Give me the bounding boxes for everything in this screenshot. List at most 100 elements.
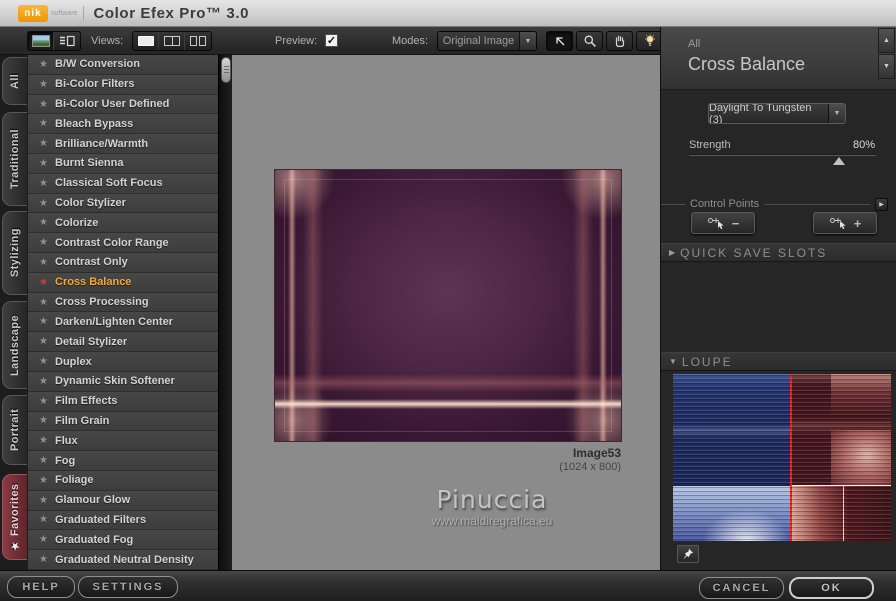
filter-label: Graduated Filters — [55, 513, 147, 526]
pushpin-icon — [683, 548, 694, 560]
favorite-star-icon[interactable]: ★ — [39, 554, 55, 565]
cancel-button[interactable]: CANCEL — [699, 577, 784, 599]
help-button[interactable]: HELP — [7, 576, 75, 598]
watermark-title: Pinuccia — [436, 485, 548, 514]
filter-list-item[interactable]: ★ Foliage — [28, 470, 218, 491]
favorite-star-icon[interactable]: ★ — [39, 316, 55, 327]
favorite-star-icon[interactable]: ★ — [39, 257, 55, 268]
filter-list-item[interactable]: ★ Graduated Filters — [28, 510, 218, 531]
favorite-star-icon[interactable]: ★ — [39, 217, 55, 228]
category-tab[interactable]: ★ All — [2, 57, 27, 105]
favorite-star-icon[interactable]: ★ — [39, 396, 55, 407]
filter-list-item[interactable]: ★ Classical Soft Focus — [28, 173, 218, 194]
chevron-down-icon[interactable]: ▼ — [519, 32, 536, 50]
category-tab[interactable]: ★ Portrait — [2, 395, 27, 465]
favorite-star-icon[interactable]: ★ — [39, 356, 55, 367]
preview-image[interactable] — [275, 170, 621, 441]
panel-scroll-up-button[interactable]: ▲ — [878, 28, 895, 53]
favorite-star-icon[interactable]: ★ — [39, 376, 55, 387]
filter-list-item[interactable]: ★ Graduated Neutral Density — [28, 550, 218, 570]
filter-list-item[interactable]: ★ Flux — [28, 431, 218, 452]
strength-label: Strength — [689, 139, 731, 151]
favorite-star-icon[interactable]: ★ — [39, 514, 55, 525]
filter-list-item[interactable]: ★ Detail Stylizer — [28, 332, 218, 353]
favorite-star-icon[interactable]: ★ — [39, 495, 55, 506]
loupe-header[interactable]: ▼ LOUPE — [661, 352, 896, 371]
filter-list-item[interactable]: ★ Fog — [28, 451, 218, 471]
loupe-pin-button[interactable] — [677, 545, 699, 563]
filter-list-item[interactable]: ★ Burnt Sienna — [28, 154, 218, 174]
add-control-point-button[interactable]: + — [813, 212, 877, 234]
filter-list-item[interactable]: ★ Duplex — [28, 352, 218, 372]
chevron-down-icon[interactable]: ▼ — [828, 104, 845, 123]
category-tab[interactable]: ★ Stylizing — [2, 211, 27, 295]
filter-list-item[interactable]: ★ Cross Balance — [28, 272, 218, 293]
modes-dropdown[interactable]: Original Image ▼ — [437, 31, 537, 51]
titlebar-divider — [83, 5, 85, 21]
select-arrow-tool-button[interactable] — [546, 31, 573, 51]
filter-label: Contrast Color Range — [55, 236, 169, 249]
favorite-star-icon[interactable]: ★ — [39, 178, 55, 189]
image-browser-button[interactable] — [28, 32, 54, 50]
favorite-star-icon[interactable]: ★ — [39, 297, 55, 308]
category-tab[interactable]: ★ Landscape — [2, 301, 27, 389]
filter-list-item[interactable]: ★ Graduated Fog — [28, 530, 218, 551]
favorite-star-icon[interactable]: ★ — [39, 534, 55, 545]
pan-tool-button[interactable] — [606, 31, 633, 51]
preset-dropdown[interactable]: Daylight To Tungsten (3) ▼ — [708, 103, 846, 124]
loupe-preview[interactable] — [673, 374, 891, 541]
single-view-button[interactable] — [133, 32, 159, 50]
filter-list-item[interactable]: ★ Bleach Bypass — [28, 114, 218, 135]
filter-label: Contrast Only — [55, 256, 128, 269]
strength-slider[interactable] — [689, 155, 876, 167]
filter-list-item[interactable]: ★ Brilliance/Warmth — [28, 134, 218, 155]
strength-slider-marker[interactable] — [832, 157, 845, 165]
favorite-star-icon[interactable]: ★ — [39, 336, 55, 347]
favorite-star-icon[interactable]: ★ — [39, 455, 55, 466]
favorite-star-icon[interactable]: ★ — [39, 59, 55, 70]
preview-checkbox[interactable]: ✓ — [325, 34, 338, 47]
category-tab[interactable]: ★ Traditional — [2, 112, 27, 206]
filter-list-item[interactable]: ★ Color Stylizer — [28, 193, 218, 214]
favorite-star-icon[interactable]: ★ — [39, 158, 55, 169]
favorite-star-icon[interactable]: ★ — [39, 118, 55, 129]
favorite-star-icon[interactable]: ★ — [39, 277, 55, 288]
quick-save-slots-header[interactable]: ▶ QUICK SAVE SLOTS — [661, 243, 896, 262]
panel-scroll-down-button[interactable]: ▼ — [878, 54, 895, 79]
filter-list-item[interactable]: ★ B/W Conversion — [28, 55, 218, 75]
ok-button[interactable]: OK — [789, 577, 874, 599]
filter-list-item[interactable]: ★ Cross Processing — [28, 292, 218, 313]
filter-list-item[interactable]: ★ Dynamic Skin Softener — [28, 371, 218, 392]
control-point-cursor-icon — [707, 217, 724, 229]
scrollbar-thumb[interactable] — [221, 57, 231, 83]
category-tab[interactable]: ★ Favorites — [2, 474, 27, 560]
category-tab-label: Favorites — [9, 483, 21, 536]
zoom-tool-button[interactable] — [576, 31, 603, 51]
side-by-side-view-button[interactable] — [185, 32, 211, 50]
settings-button[interactable]: SETTINGS — [78, 576, 178, 598]
split-view-button[interactable] — [159, 32, 185, 50]
favorite-star-icon[interactable]: ★ — [39, 99, 55, 110]
favorite-star-icon[interactable]: ★ — [39, 198, 55, 209]
favorite-star-icon[interactable]: ★ — [39, 415, 55, 426]
filter-list-item[interactable]: ★ Contrast Only — [28, 253, 218, 273]
favorite-star-icon[interactable]: ★ — [39, 475, 55, 486]
favorite-star-icon[interactable]: ★ — [39, 138, 55, 149]
filter-list-item[interactable]: ★ Darken/Lighten Center — [28, 312, 218, 333]
filter-list-item[interactable]: ★ Film Effects — [28, 391, 218, 412]
filter-list-item[interactable]: ★ Bi-Color Filters — [28, 74, 218, 95]
lightbulb-tool-button[interactable] — [636, 31, 663, 51]
filter-list-item[interactable]: ★ Film Grain — [28, 411, 218, 432]
favorite-star-icon[interactable]: ★ — [39, 79, 55, 90]
control-points-expander-button[interactable]: ▶ — [875, 197, 888, 211]
list-view-button[interactable] — [54, 32, 80, 50]
favorite-star-icon[interactable]: ★ — [39, 435, 55, 446]
filter-list-item[interactable]: ★ Colorize — [28, 213, 218, 234]
filter-label: Film Effects — [55, 395, 118, 408]
favorite-star-icon[interactable]: ★ — [39, 237, 55, 248]
filter-list-scrollbar[interactable] — [218, 55, 232, 570]
filter-list-item[interactable]: ★ Glamour Glow — [28, 490, 218, 511]
filter-list-item[interactable]: ★ Bi-Color User Defined — [28, 94, 218, 115]
remove-control-point-button[interactable]: − — [691, 212, 755, 234]
filter-list-item[interactable]: ★ Contrast Color Range — [28, 233, 218, 254]
